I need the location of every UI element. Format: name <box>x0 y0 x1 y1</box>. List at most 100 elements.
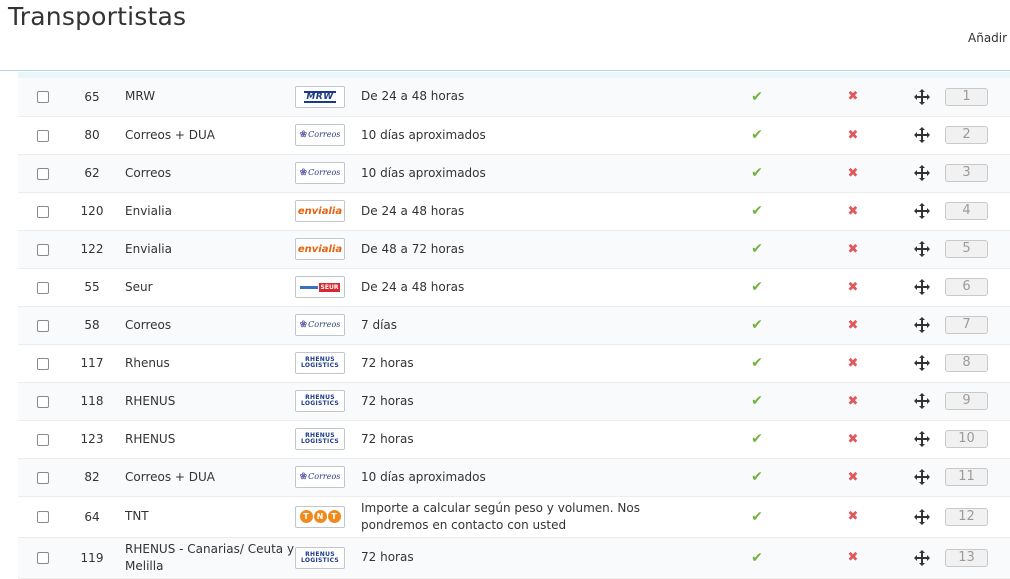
drag-move-icon[interactable] <box>914 431 930 447</box>
x-icon[interactable]: ✖ <box>848 89 859 104</box>
check-icon[interactable]: ✔ <box>751 165 763 181</box>
carrier-id: 80 <box>84 128 100 142</box>
row-checkbox-cell <box>18 458 68 496</box>
table-row[interactable]: 64 TNT TNT Importe a calcular según peso… <box>18 496 1010 537</box>
carrier-delay: 10 días aproximados <box>361 165 486 180</box>
drag-move-icon[interactable] <box>914 317 930 333</box>
drag-move-icon[interactable] <box>914 279 930 295</box>
row-checkbox-cell <box>18 230 68 268</box>
carrier-delay: 72 horas <box>361 355 414 370</box>
x-icon[interactable]: ✖ <box>848 318 859 333</box>
drag-move-icon[interactable] <box>914 165 930 181</box>
x-icon[interactable]: ✖ <box>848 432 859 447</box>
row-checkbox[interactable] <box>37 129 49 142</box>
x-icon[interactable]: ✖ <box>848 550 859 565</box>
page-title: Transportistas <box>8 2 187 31</box>
carrier-logo-cell: ❀Correos <box>295 154 361 192</box>
table-row[interactable]: 62 Correos ❀Correos 10 días aproximados … <box>18 154 1010 192</box>
row-checkbox[interactable] <box>37 319 49 332</box>
position-badge: 3 <box>945 164 988 182</box>
row-checkbox[interactable] <box>37 91 49 104</box>
row-checkbox[interactable] <box>37 167 49 180</box>
check-icon[interactable]: ✔ <box>751 203 763 219</box>
drag-move-icon[interactable] <box>914 241 930 257</box>
add-new-carrier-button[interactable]: Añadir r <box>968 31 1010 45</box>
carrier-delay: 72 horas <box>361 393 414 408</box>
free-shipping-cell: ✖ <box>805 192 901 230</box>
row-checkbox[interactable] <box>37 471 49 484</box>
row-checkbox[interactable] <box>37 395 49 408</box>
x-icon[interactable]: ✖ <box>848 166 859 181</box>
table-row[interactable]: 119 RHENUS - Canarias/ Ceuta y Melilla R… <box>18 537 1010 578</box>
x-icon[interactable]: ✖ <box>848 128 859 143</box>
drag-move-icon[interactable] <box>914 88 930 105</box>
table-row[interactable]: 123 RHENUS RHENUS LOGISTICS 72 horas ✔ ✖… <box>18 420 1010 458</box>
seur-logo-mark: SEUR <box>299 282 341 292</box>
active-status-cell: ✔ <box>709 78 805 116</box>
check-icon[interactable]: ✔ <box>751 241 763 257</box>
check-icon[interactable]: ✔ <box>751 317 763 333</box>
drag-move-icon[interactable] <box>914 203 930 219</box>
position-badge: 1 <box>945 87 988 106</box>
free-shipping-cell: ✖ <box>805 382 901 420</box>
table-row[interactable]: 117 Rhenus RHENUS LOGISTICS 72 horas ✔ ✖… <box>18 344 1010 382</box>
drag-move-icon[interactable] <box>914 127 930 143</box>
row-checkbox[interactable] <box>37 552 49 564</box>
carrier-name: Correos <box>125 317 172 332</box>
carrier-delay: 72 horas <box>361 431 414 446</box>
x-icon[interactable]: ✖ <box>848 509 859 524</box>
row-checkbox[interactable] <box>37 281 49 294</box>
drag-move-icon[interactable] <box>914 393 930 409</box>
carrier-id: 117 <box>80 356 104 370</box>
rhenus-logo-text: RHENUS LOGISTICS <box>300 432 340 445</box>
table-row[interactable]: 80 Correos + DUA ❀Correos 10 días aproxi… <box>18 116 1010 154</box>
table-row[interactable]: 55 Seur SEUR De 24 a 48 horas ✔ ✖ 6 <box>18 268 1010 306</box>
table-row[interactable]: 58 Correos ❀Correos 7 días ✔ ✖ 7 <box>18 306 1010 344</box>
check-icon[interactable]: ✔ <box>751 279 763 295</box>
carrier-logo-cell: SEUR <box>295 268 361 306</box>
free-shipping-cell: ✖ <box>805 116 901 154</box>
envialia-logo-text: envialia <box>297 205 343 217</box>
row-checkbox[interactable] <box>37 357 49 370</box>
row-checkbox[interactable] <box>37 433 49 446</box>
drag-move-icon[interactable] <box>914 355 930 371</box>
carrier-name: RHENUS - Canarias/ Ceuta y Melilla <box>125 541 295 573</box>
table-row[interactable]: 118 RHENUS RHENUS LOGISTICS 72 horas ✔ ✖… <box>18 382 1010 420</box>
position-cell: 2 <box>901 116 1010 154</box>
drag-move-icon[interactable] <box>914 508 930 525</box>
position-cell: 12 <box>901 496 1010 537</box>
active-status-cell: ✔ <box>709 344 805 382</box>
free-shipping-cell: ✖ <box>805 537 901 578</box>
position-cell: 11 <box>901 458 1010 496</box>
x-icon[interactable]: ✖ <box>848 242 859 257</box>
check-icon[interactable]: ✔ <box>751 469 763 485</box>
row-checkbox-cell <box>18 537 68 578</box>
row-checkbox-cell <box>18 154 68 192</box>
active-status-cell: ✔ <box>709 458 805 496</box>
row-checkbox[interactable] <box>37 205 49 218</box>
carrier-logo-cell: TNT <box>295 496 361 537</box>
row-checkbox[interactable] <box>37 511 49 523</box>
x-icon[interactable]: ✖ <box>848 394 859 409</box>
check-icon[interactable]: ✔ <box>751 393 763 409</box>
check-icon[interactable]: ✔ <box>751 127 763 143</box>
check-icon[interactable]: ✔ <box>751 550 763 566</box>
check-icon[interactable]: ✔ <box>751 89 763 105</box>
drag-move-icon[interactable] <box>914 549 930 566</box>
x-icon[interactable]: ✖ <box>848 204 859 219</box>
carrier-name: RHENUS <box>125 431 176 446</box>
active-status-cell: ✔ <box>709 420 805 458</box>
check-icon[interactable]: ✔ <box>751 431 763 447</box>
table-row[interactable]: 65 MRW MRW De 24 a 48 horas ✔ ✖ 1 <box>18 78 1010 116</box>
check-icon[interactable]: ✔ <box>751 509 763 525</box>
table-row[interactable]: 122 Envialia envialia De 48 a 72 horas ✔… <box>18 230 1010 268</box>
drag-move-icon[interactable] <box>914 469 930 485</box>
table-row[interactable]: 120 Envialia envialia De 24 a 48 horas ✔… <box>18 192 1010 230</box>
x-icon[interactable]: ✖ <box>848 280 859 295</box>
carrier-name: RHENUS <box>125 393 176 408</box>
row-checkbox[interactable] <box>37 243 49 256</box>
table-row[interactable]: 82 Correos + DUA ❀Correos 10 días aproxi… <box>18 458 1010 496</box>
x-icon[interactable]: ✖ <box>848 470 859 485</box>
check-icon[interactable]: ✔ <box>751 355 763 371</box>
x-icon[interactable]: ✖ <box>848 356 859 371</box>
